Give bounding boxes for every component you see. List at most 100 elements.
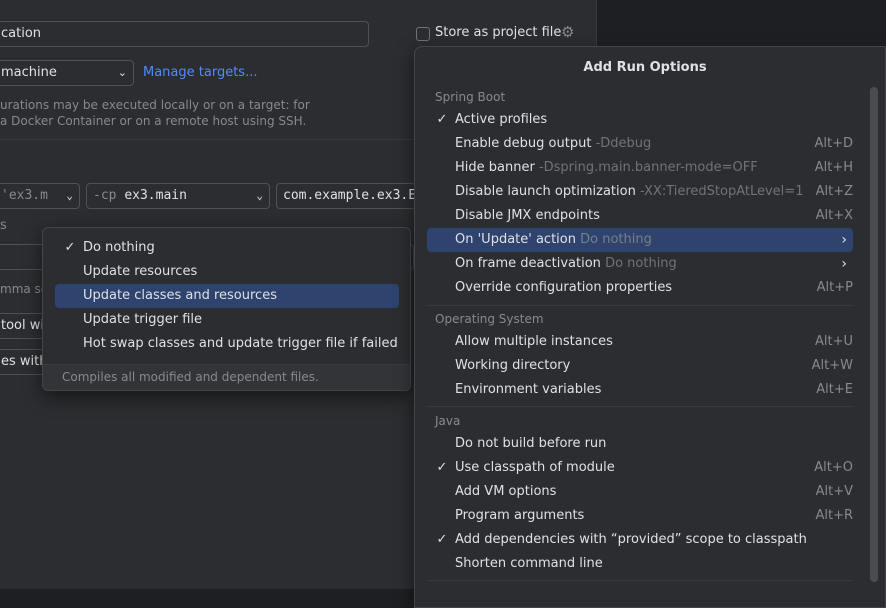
popup-title: Add Run Options <box>583 60 707 75</box>
jre-value: 'ex3.m <box>1 188 48 203</box>
option-label: Environment variables <box>455 382 602 397</box>
option-enable-debug-output[interactable]: Enable debug output -Ddebug Alt+D <box>427 132 853 156</box>
option-label: Working directory <box>455 358 571 373</box>
separator <box>427 406 853 407</box>
run-on-target-dropdown[interactable]: machine ⌄ <box>0 60 134 86</box>
option-shortcut: Alt+Z <box>815 184 853 199</box>
main-class-value: com.example.ex3.E <box>283 188 416 203</box>
classpath-module-dropdown[interactable]: -cp ex3.main ⌄ <box>86 183 270 209</box>
option-program-arguments[interactable]: Program arguments Alt+R <box>427 504 853 528</box>
check-icon: ✓ <box>436 112 448 127</box>
option-on-frame-deactivation[interactable]: On frame deactivation Do nothing › <box>427 252 853 276</box>
option-description: -XX:TieredStopAtLevel=1 <box>639 184 804 199</box>
check-icon: ✓ <box>436 532 448 547</box>
update-action-popup: ✓ Do nothing Update resources Update cla… <box>42 227 411 391</box>
option-shortcut: Alt+V <box>815 484 853 499</box>
option-description: Do nothing <box>605 256 677 271</box>
update-option-label: Update classes and resources <box>83 288 277 303</box>
option-label: Program arguments <box>455 508 585 523</box>
store-as-project-file-label: Store as project file <box>435 25 562 40</box>
name-field-value: cation <box>1 26 42 41</box>
comma-separated-hint: mma se <box>0 282 49 296</box>
option-use-classpath-of-module[interactable]: ✓ Use classpath of module Alt+O <box>427 456 853 480</box>
update-option-update-classes-and-resources[interactable]: Update classes and resources <box>55 284 399 308</box>
gear-icon[interactable]: ⚙ <box>561 23 574 41</box>
update-option-label: Update trigger file <box>83 312 203 327</box>
scrollbar-thumb[interactable] <box>870 87 878 582</box>
update-popup-footer-text: Compiles all modified and dependent file… <box>62 370 319 384</box>
update-option-do-nothing[interactable]: ✓ Do nothing <box>55 236 399 260</box>
store-as-project-file-checkbox[interactable] <box>416 27 430 41</box>
classes-with-label: es with <box>1 354 48 369</box>
option-shortcut: Alt+D <box>814 136 853 151</box>
option-on-update-action[interactable]: On 'Update' action Do nothing › <box>427 228 853 252</box>
target-info-line-2: a Docker Container or on a remote host u… <box>0 114 307 128</box>
update-popup-footer: Compiles all modified and dependent file… <box>43 364 410 390</box>
group-operating-system: Operating System <box>435 312 544 326</box>
option-label: Allow multiple instances <box>455 334 613 349</box>
group-java: Java <box>435 414 461 428</box>
option-override-configuration-properties[interactable]: Override configuration properties Alt+P <box>427 276 853 300</box>
name-field[interactable]: cation <box>0 21 369 47</box>
separator <box>427 580 853 581</box>
option-label: Disable launch optimization <box>455 184 636 199</box>
option-label: Add dependencies with “provided” scope t… <box>455 532 807 547</box>
check-icon: ✓ <box>64 240 76 255</box>
check-icon: ✓ <box>436 460 448 475</box>
chevron-down-icon: ⌄ <box>117 66 127 79</box>
separator <box>427 305 853 306</box>
option-shortcut: Alt+R <box>815 508 853 523</box>
chevron-down-icon: ⌄ <box>66 189 73 202</box>
option-label: Disable JMX endpoints <box>455 208 600 223</box>
add-run-options-popup: Add Run Options Spring Boot ✓ Active pro… <box>414 46 886 608</box>
option-label: Add VM options <box>455 484 557 499</box>
option-allow-multiple-instances[interactable]: Allow multiple instances Alt+U <box>427 330 853 354</box>
option-shortcut: Alt+E <box>816 382 853 397</box>
manage-targets-link[interactable]: Manage targets... <box>143 65 257 80</box>
option-add-vm-options[interactable]: Add VM options Alt+V <box>427 480 853 504</box>
option-add-provided-dependencies[interactable]: ✓ Add dependencies with “provided” scope… <box>427 528 853 552</box>
option-label: Do not build before run <box>455 436 607 451</box>
option-disable-jmx-endpoints[interactable]: Disable JMX endpoints Alt+X <box>427 204 853 228</box>
update-option-hot-swap[interactable]: Hot swap classes and update trigger file… <box>55 332 399 356</box>
chevron-down-icon: ⌄ <box>256 189 263 202</box>
option-active-profiles[interactable]: ✓ Active profiles <box>427 108 853 132</box>
target-info-line-1: urations may be executed locally or on a… <box>0 98 310 112</box>
option-do-not-build-before-run[interactable]: Do not build before run <box>427 432 853 456</box>
option-shortcut: Alt+O <box>814 460 853 475</box>
option-shortcut: Alt+U <box>814 334 853 349</box>
cp-flag: -cp <box>93 188 117 203</box>
option-shortcut: Alt+W <box>811 358 853 373</box>
option-hide-banner[interactable]: Hide banner -Dspring.main.banner-mode=OF… <box>427 156 853 180</box>
option-shorten-command-line[interactable]: Shorten command line <box>427 552 853 576</box>
main-class-field[interactable]: com.example.ex3.E <box>276 183 416 209</box>
option-label: Hide banner <box>455 160 535 175</box>
option-environment-variables[interactable]: Environment variables Alt+E <box>427 378 853 402</box>
update-option-label: Hot swap classes and update trigger file… <box>83 336 398 351</box>
update-option-update-trigger-file[interactable]: Update trigger file <box>55 308 399 332</box>
option-working-directory[interactable]: Working directory Alt+W <box>427 354 853 378</box>
option-description: -Dspring.main.banner-mode=OFF <box>538 160 758 175</box>
update-option-label: Update resources <box>83 264 198 279</box>
option-label: Active profiles <box>455 112 548 127</box>
option-label: Enable debug output <box>455 136 592 151</box>
chevron-right-icon: › <box>841 256 847 272</box>
option-disable-launch-optimization[interactable]: Disable launch optimization -XX:TieredSt… <box>427 180 853 204</box>
update-option-update-resources[interactable]: Update resources <box>55 260 399 284</box>
option-shortcut: Alt+H <box>814 160 853 175</box>
option-shortcut: Alt+P <box>816 280 853 295</box>
option-label: Shorten command line <box>455 556 603 571</box>
option-label: Override configuration properties <box>455 280 673 295</box>
cp-module-value: ex3.main <box>124 188 187 203</box>
option-label: Use classpath of module <box>455 460 615 475</box>
update-option-label: Do nothing <box>83 240 155 255</box>
group-spring-boot: Spring Boot <box>435 90 506 104</box>
truncated-label-s: s <box>0 218 7 233</box>
tool-window-label: tool wi <box>1 318 44 333</box>
option-description: -Ddebug <box>595 136 652 151</box>
run-on-target-value: machine <box>1 65 57 80</box>
option-label: On 'Update' action <box>455 232 576 247</box>
chevron-right-icon: › <box>841 232 847 248</box>
jre-dropdown[interactable]: 'ex3.m ⌄ <box>0 183 80 209</box>
option-description: Do nothing <box>580 232 652 247</box>
